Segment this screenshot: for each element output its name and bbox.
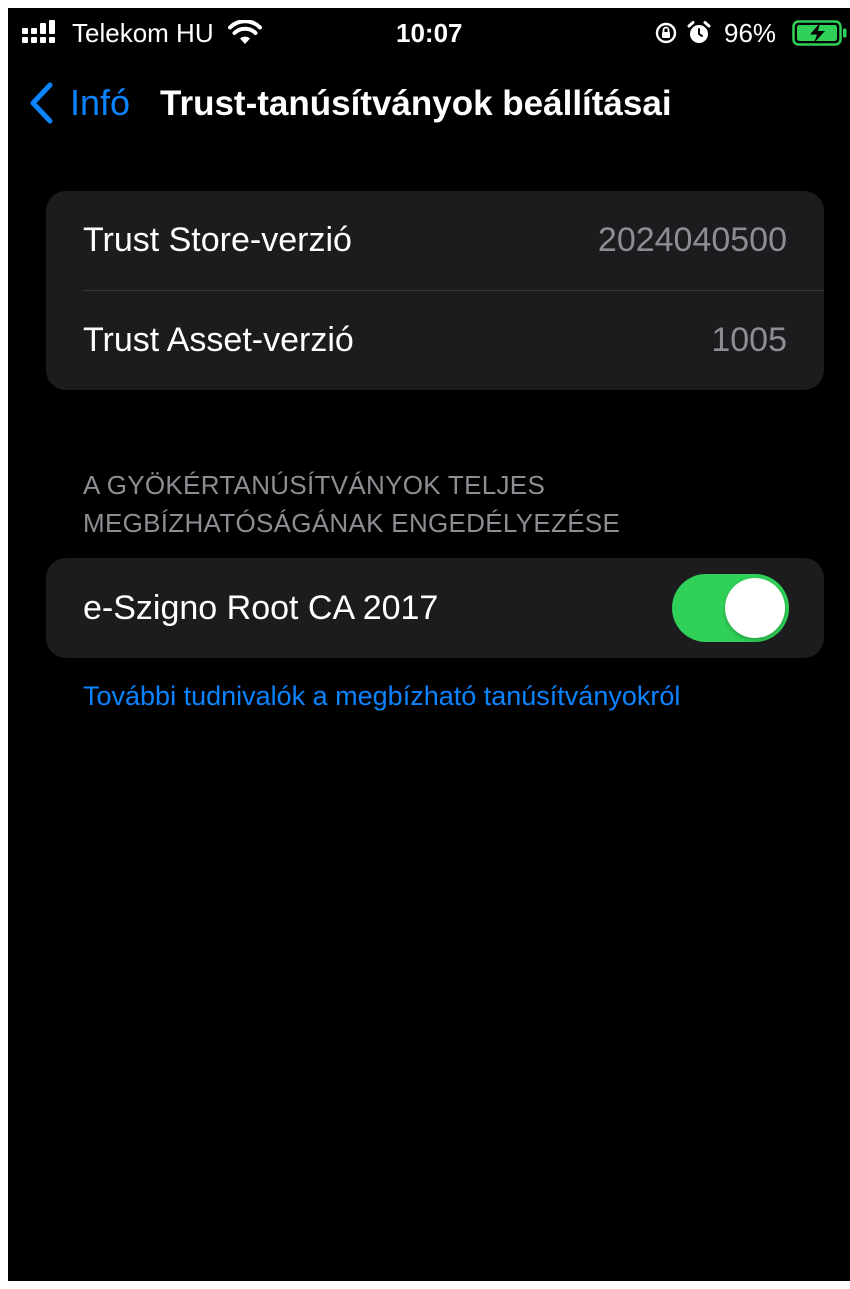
trust-asset-version-row: Trust Asset-verzió 1005 <box>46 291 824 390</box>
version-info-group: Trust Store-verzió 2024040500 Trust Asse… <box>46 191 824 390</box>
trust-store-version-row: Trust Store-verzió 2024040500 <box>46 191 824 291</box>
status-bar: Telekom HU 10:07 96% <box>8 8 850 58</box>
status-time: 10:07 <box>396 18 463 48</box>
trust-asset-version-value: 1005 <box>711 321 787 359</box>
section-header-line-1: A GYÖKÉRTANÚSÍTVÁNYOK TELJES <box>83 470 546 500</box>
section-header-line-2: MEGBÍZHATÓSÁGÁNAK ENGEDÉLYEZÉSE <box>83 508 621 538</box>
wifi-icon <box>228 20 262 44</box>
orientation-lock-icon <box>655 22 677 44</box>
certificate-name: e-Szigno Root CA 2017 <box>83 589 439 627</box>
battery-charging-icon <box>792 20 847 46</box>
certificate-trust-toggle[interactable] <box>672 574 789 642</box>
navigation-bar: Infó Trust-tanúsítványok beállításai <box>8 68 850 138</box>
trust-asset-version-label: Trust Asset-verzió <box>83 321 354 359</box>
section-header: A GYÖKÉRTANÚSÍTVÁNYOK TELJES MEGBÍZHATÓS… <box>83 466 803 542</box>
signal-icon <box>22 20 55 43</box>
alarm-icon <box>687 21 711 43</box>
page-title: Trust-tanúsítványok beállításai <box>160 84 672 123</box>
carrier-name: Telekom HU <box>72 18 214 48</box>
back-button-label: Infó <box>70 82 131 123</box>
back-button[interactable]: Infó <box>26 78 162 128</box>
chevron-left-icon <box>30 82 53 124</box>
trust-store-version-value: 2024040500 <box>597 221 787 259</box>
toggle-knob <box>725 578 785 638</box>
settings-screen: Telekom HU 10:07 96% Infó Trust-tanúsítv… <box>8 8 850 1281</box>
root-certificates-group: e-Szigno Root CA 2017 <box>46 558 824 658</box>
battery-percent: 96% <box>724 18 777 48</box>
trust-store-version-label: Trust Store-verzió <box>83 221 352 259</box>
certificate-row: e-Szigno Root CA 2017 <box>46 558 824 658</box>
learn-more-link[interactable]: További tudnivalók a megbízható tanúsítv… <box>83 676 680 716</box>
